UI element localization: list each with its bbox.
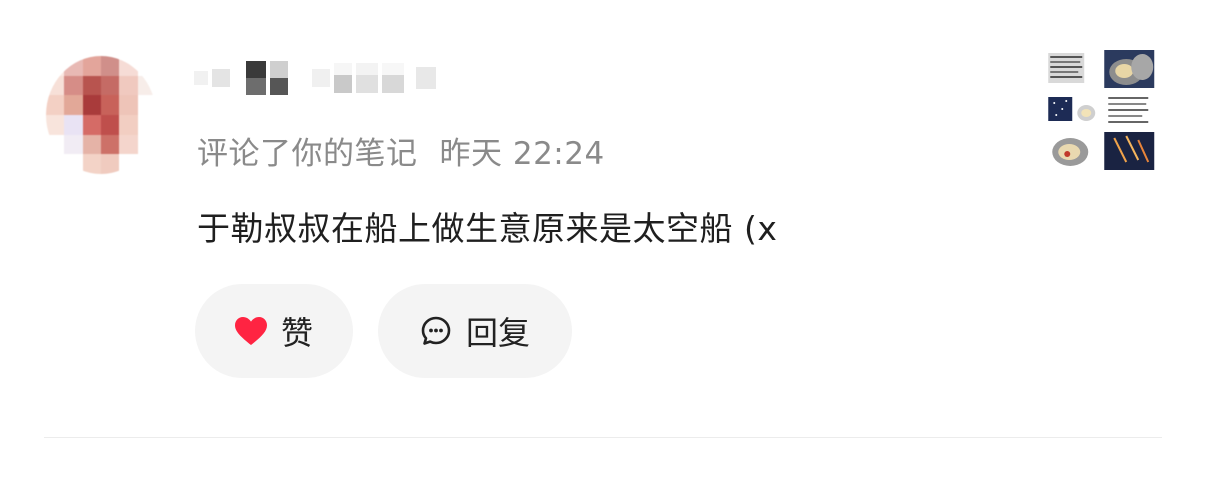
thumb-panel-meteors — [1103, 132, 1154, 170]
thumb-panel-space — [1046, 91, 1097, 129]
thumb-panel-oyster — [1046, 132, 1097, 170]
comment-text: 于勒叔叔在船上做生意原来是太空船 (x — [197, 209, 778, 248]
divider — [44, 437, 1162, 438]
reply-button[interactable]: 回复 — [378, 284, 572, 378]
meta-time: 昨天 22:24 — [439, 136, 605, 172]
like-button[interactable]: 赞 — [195, 284, 353, 378]
note-thumbnail[interactable] — [1044, 50, 1156, 170]
like-label: 赞 — [280, 314, 313, 352]
reply-label: 回复 — [465, 314, 530, 352]
thumb-panel-notes — [1103, 91, 1154, 129]
username-blurred[interactable] — [192, 52, 442, 104]
avatar[interactable] — [46, 56, 156, 174]
thumb-panel-text — [1046, 50, 1097, 88]
thumb-panel-asteroid — [1103, 50, 1154, 88]
comment-meta: 评论了你的笔记 昨天 22:24 — [197, 128, 605, 173]
meta-action: 评论了你的笔记 — [197, 136, 418, 172]
comment-bubble-icon — [420, 315, 452, 347]
heart-icon — [234, 316, 267, 346]
